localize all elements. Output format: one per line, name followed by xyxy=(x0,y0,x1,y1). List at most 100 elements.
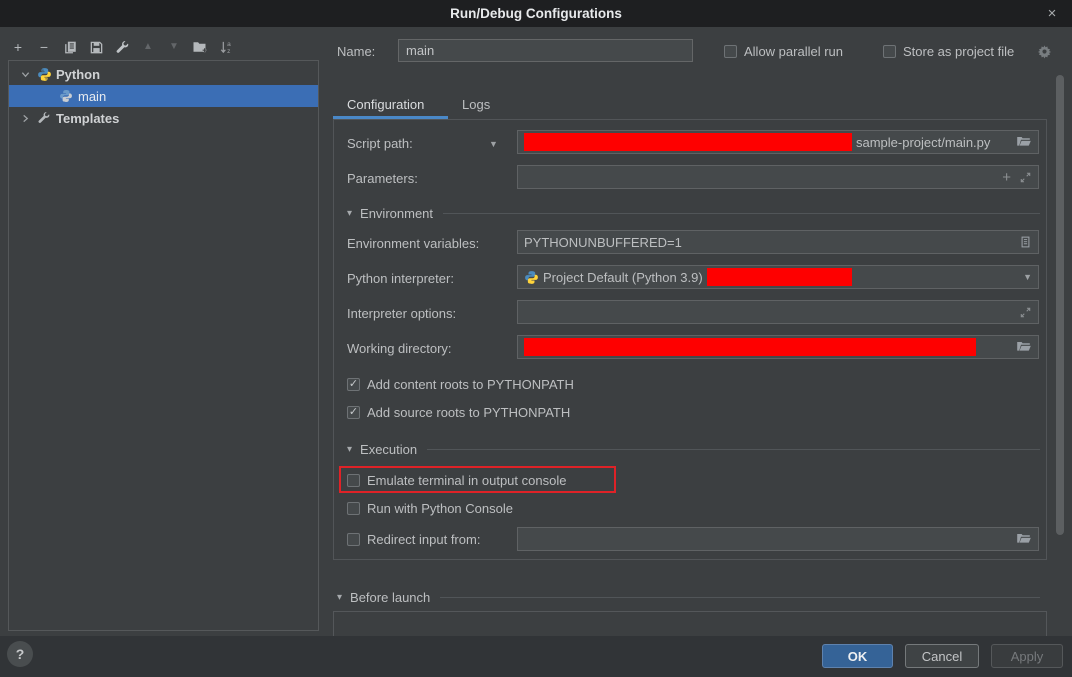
checkbox-box[interactable] xyxy=(347,533,360,546)
gear-icon[interactable] xyxy=(1037,44,1052,59)
script-path-dropdown-icon[interactable]: ▼ xyxy=(489,139,498,149)
browse-folder-icon[interactable] xyxy=(1016,532,1032,546)
svg-text:a: a xyxy=(227,41,231,48)
move-up-button[interactable]: ▲ xyxy=(140,39,156,55)
checkbox-box[interactable] xyxy=(347,474,360,487)
copy-configuration-button[interactable] xyxy=(62,39,78,55)
expand-field-icon[interactable] xyxy=(1019,306,1032,319)
cancel-button[interactable]: Cancel xyxy=(905,644,979,668)
execution-section-label: Execution xyxy=(360,442,417,457)
python-icon xyxy=(524,270,539,285)
svg-text:z: z xyxy=(227,48,230,55)
chevron-down-icon[interactable] xyxy=(21,70,31,79)
tree-item-label: Templates xyxy=(56,111,119,126)
allow-parallel-run-checkbox[interactable]: Allow parallel run xyxy=(724,44,843,59)
working-directory-field[interactable] xyxy=(517,335,1039,359)
environment-variables-field[interactable]: PYTHONUNBUFFERED=1 xyxy=(517,230,1039,254)
python-icon xyxy=(37,67,52,82)
copy-icon xyxy=(63,40,78,55)
move-down-button[interactable]: ▼ xyxy=(166,39,182,55)
sort-configurations-button[interactable]: a z xyxy=(218,39,234,55)
checkbox-box[interactable]: ✓ xyxy=(347,378,360,391)
help-button[interactable]: ? xyxy=(7,641,33,667)
before-launch-section-label: Before launch xyxy=(350,590,430,605)
tree-item-main[interactable]: main xyxy=(9,85,318,107)
interpreter-options-field[interactable] xyxy=(517,300,1039,324)
execution-section-header[interactable]: ▾ Execution xyxy=(347,442,1040,457)
section-collapse-icon[interactable]: ▾ xyxy=(347,444,352,455)
expand-field-icon[interactable] xyxy=(1019,171,1032,184)
section-collapse-icon[interactable]: ▾ xyxy=(347,208,352,219)
add-macro-icon[interactable]: + xyxy=(1002,169,1011,186)
emulate-terminal-checkbox[interactable]: Emulate terminal in output console xyxy=(347,473,566,488)
tree-item-templates[interactable]: Templates xyxy=(9,107,318,129)
redirect-input-label: Redirect input from: xyxy=(367,532,480,547)
dialog-titlebar: Run/Debug Configurations × xyxy=(0,0,1072,27)
before-launch-section-header[interactable]: ▾ Before launch xyxy=(337,590,1040,605)
python-interpreter-value: Project Default (Python 3.9) xyxy=(543,270,703,285)
script-path-value: sample-project/main.py xyxy=(856,135,990,150)
save-configuration-button[interactable] xyxy=(88,39,104,55)
dialog-footer: ? OK Cancel Apply xyxy=(0,636,1072,677)
name-input[interactable] xyxy=(398,39,693,62)
check-icon: ✓ xyxy=(349,379,358,390)
section-divider xyxy=(427,449,1040,450)
tab-configuration[interactable]: Configuration xyxy=(347,97,424,112)
add-content-roots-checkbox[interactable]: ✓ Add content roots to PYTHONPATH xyxy=(347,377,574,392)
run-with-python-console-checkbox[interactable]: Run with Python Console xyxy=(347,501,513,516)
browse-folder-icon[interactable] xyxy=(1016,340,1032,354)
dialog-title: Run/Debug Configurations xyxy=(450,6,622,21)
script-path-label: Script path: xyxy=(347,136,413,151)
environment-variables-value: PYTHONUNBUFFERED=1 xyxy=(524,235,682,250)
wrench-icon xyxy=(115,40,130,55)
vertical-scrollbar-thumb[interactable] xyxy=(1056,75,1064,535)
new-folder-icon xyxy=(192,39,208,55)
working-directory-label: Working directory: xyxy=(347,341,452,356)
chevron-right-icon[interactable] xyxy=(21,114,31,123)
wrench-icon xyxy=(37,111,52,126)
store-as-project-file-checkbox[interactable]: Store as project file xyxy=(883,44,1014,59)
check-icon: ✓ xyxy=(349,407,358,418)
run-with-python-console-label: Run with Python Console xyxy=(367,501,513,516)
environment-section-header[interactable]: ▾ Environment xyxy=(347,206,1040,221)
section-divider xyxy=(440,597,1040,598)
environment-section-label: Environment xyxy=(360,206,433,221)
add-configuration-button[interactable]: + xyxy=(10,39,26,55)
redaction-overlay xyxy=(524,338,976,356)
section-divider xyxy=(443,213,1040,214)
script-path-field[interactable]: sample-project/main.py xyxy=(517,130,1039,154)
before-launch-task-list[interactable] xyxy=(333,611,1047,637)
checkbox-box[interactable]: ✓ xyxy=(347,406,360,419)
python-interpreter-label: Python interpreter: xyxy=(347,271,454,286)
parameters-field[interactable]: + xyxy=(517,165,1039,189)
section-collapse-icon[interactable]: ▾ xyxy=(337,592,342,603)
add-source-roots-label: Add source roots to PYTHONPATH xyxy=(367,405,570,420)
edit-variables-icon[interactable] xyxy=(1019,235,1032,249)
python-interpreter-combobox[interactable]: Project Default (Python 3.9) ▼ xyxy=(517,265,1039,289)
new-folder-button[interactable] xyxy=(192,39,208,55)
interpreter-options-label: Interpreter options: xyxy=(347,306,456,321)
tab-logs[interactable]: Logs xyxy=(462,97,490,112)
tree-item-python[interactable]: Python xyxy=(9,63,318,85)
plus-icon: + xyxy=(14,39,22,55)
allow-parallel-run-label: Allow parallel run xyxy=(744,44,843,59)
ok-button[interactable]: OK xyxy=(822,644,893,668)
browse-folder-icon[interactable] xyxy=(1016,135,1032,149)
arrow-down-icon: ▼ xyxy=(169,39,179,55)
close-icon[interactable]: × xyxy=(1042,3,1062,23)
redirect-input-checkbox[interactable]: Redirect input from: xyxy=(347,532,480,547)
redirect-input-field[interactable] xyxy=(517,527,1039,551)
arrow-up-icon: ▲ xyxy=(143,39,153,55)
emulate-terminal-label: Emulate terminal in output console xyxy=(367,473,566,488)
checkbox-box[interactable] xyxy=(347,502,360,515)
add-source-roots-checkbox[interactable]: ✓ Add source roots to PYTHONPATH xyxy=(347,405,570,420)
environment-variables-label: Environment variables: xyxy=(347,236,479,251)
edit-templates-button[interactable] xyxy=(114,39,130,55)
combo-arrow-icon[interactable]: ▼ xyxy=(1023,272,1032,282)
checkbox-box[interactable] xyxy=(883,45,896,58)
remove-configuration-button[interactable]: − xyxy=(36,39,52,55)
redaction-overlay xyxy=(524,133,852,151)
apply-button[interactable]: Apply xyxy=(991,644,1063,668)
configurations-tree: Python main Templates xyxy=(8,60,319,631)
checkbox-box[interactable] xyxy=(724,45,737,58)
